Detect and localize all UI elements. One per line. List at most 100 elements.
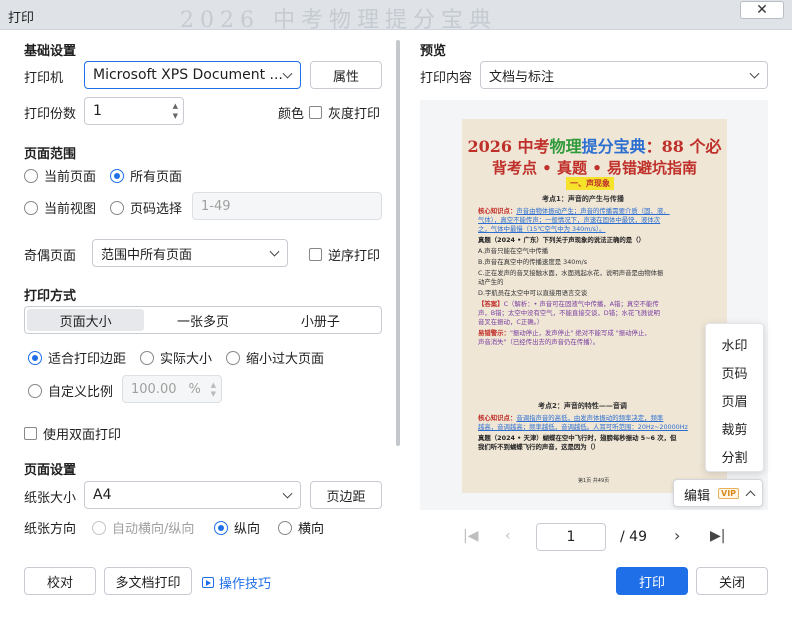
reverse-print-label: 逆序打印 bbox=[328, 249, 381, 264]
margins-button[interactable]: 页边距 bbox=[310, 481, 382, 509]
edit-button[interactable]: 编辑 VIP bbox=[673, 479, 763, 507]
tab-page-size[interactable]: 页面大小 bbox=[27, 309, 145, 331]
scale-unit: % bbox=[188, 381, 201, 397]
odd-even-label: 奇偶页面 bbox=[24, 249, 77, 264]
auto-orientation-label: 自动横向/纵向 bbox=[112, 522, 195, 537]
radio-icon bbox=[278, 520, 292, 535]
checkbox-icon bbox=[309, 248, 322, 261]
current-page-label: 当前页面 bbox=[44, 170, 97, 185]
prev-page-icon[interactable]: ‹ bbox=[505, 528, 511, 544]
radio-landscape[interactable]: 横向 bbox=[278, 518, 324, 537]
close-button[interactable]: 关闭 bbox=[696, 567, 768, 595]
radio-auto-orientation[interactable]: 自动横向/纵向 bbox=[92, 518, 194, 537]
preview-heading: 预览 bbox=[420, 44, 447, 59]
title-bar: 2026 中考物理提分宝典 打印 ✕ bbox=[0, 0, 792, 30]
next-page-icon[interactable]: › bbox=[674, 526, 680, 545]
radio-portrait[interactable]: 纵向 bbox=[214, 518, 260, 537]
radio-icon bbox=[24, 200, 38, 215]
radio-current-page[interactable]: 当前页面 bbox=[24, 166, 96, 185]
landscape-label: 横向 bbox=[298, 522, 325, 537]
print-method-tabs: 页面大小 一张多页 小册子 bbox=[24, 306, 382, 334]
page-total: / 49 bbox=[620, 529, 647, 545]
tab-booklet[interactable]: 小册子 bbox=[262, 309, 379, 331]
radio-shrink[interactable]: 缩小过大页面 bbox=[226, 348, 324, 367]
vip-badge: VIP bbox=[718, 488, 740, 499]
custom-scale-label: 自定义比例 bbox=[48, 385, 114, 400]
radio-selected-icon bbox=[28, 350, 42, 365]
background-watermark: 2026 中考物理提分宝典 bbox=[180, 8, 497, 30]
reverse-print-checkbox[interactable]: 逆序打印 bbox=[309, 245, 380, 264]
radio-icon bbox=[140, 350, 154, 365]
menu-item-header[interactable]: 页眉 bbox=[706, 391, 763, 410]
first-page-icon[interactable]: |◀ bbox=[463, 528, 478, 544]
chevron-up-icon bbox=[745, 490, 756, 501]
color-label: 颜色 bbox=[278, 107, 305, 122]
tips-link[interactable]: 操作技巧 bbox=[202, 573, 271, 592]
tips-label: 操作技巧 bbox=[219, 577, 272, 592]
menu-item-split[interactable]: 分割 bbox=[706, 447, 763, 466]
current-view-label: 当前视图 bbox=[44, 202, 97, 217]
menu-item-watermark[interactable]: 水印 bbox=[706, 335, 763, 354]
proofread-button[interactable]: 校对 bbox=[24, 567, 96, 595]
chevron-down-icon bbox=[282, 68, 293, 79]
page-setup-heading: 页面设置 bbox=[24, 463, 77, 478]
edit-menu: 水印 页码 页眉 裁剪 分割 bbox=[705, 323, 764, 472]
print-button[interactable]: 打印 bbox=[616, 567, 688, 595]
radio-all-pages[interactable]: 所有页面 bbox=[110, 166, 182, 185]
duplex-checkbox[interactable]: 使用双面打印 bbox=[24, 424, 121, 443]
decrement-icon[interactable]: ▼ bbox=[211, 391, 216, 398]
properties-button[interactable]: 属性 bbox=[310, 61, 382, 89]
doc-title: 2026 中考物理提分宝典：88 个必 bbox=[467, 137, 722, 156]
checkbox-icon bbox=[24, 427, 37, 440]
page-current: 1 bbox=[566, 529, 576, 545]
fit-margins-label: 适合打印边距 bbox=[48, 352, 127, 367]
orientation-label: 纸张方向 bbox=[24, 522, 77, 537]
scale-input[interactable]: 100.00 % ▲ ▼ bbox=[122, 375, 222, 403]
basic-settings-heading: 基础设置 bbox=[24, 44, 77, 59]
decrement-icon[interactable]: ▼ bbox=[173, 113, 178, 120]
chevron-down-icon bbox=[282, 488, 293, 499]
page-select-value: 1-49 bbox=[201, 198, 231, 214]
tab-multi-page[interactable]: 一张多页 bbox=[144, 309, 261, 331]
page-select-input[interactable]: 1-49 bbox=[192, 192, 382, 220]
increment-icon[interactable]: ▲ bbox=[211, 382, 216, 389]
odd-even-select[interactable]: 范围中所有页面 bbox=[92, 239, 288, 267]
radio-actual-size[interactable]: 实际大小 bbox=[140, 348, 212, 367]
paper-size-select[interactable]: A4 bbox=[84, 481, 301, 509]
actual-size-label: 实际大小 bbox=[160, 352, 213, 367]
radio-page-select[interactable]: 页码选择 bbox=[110, 198, 182, 217]
grayscale-label: 灰度打印 bbox=[328, 107, 381, 122]
menu-item-crop[interactable]: 裁剪 bbox=[706, 419, 763, 438]
radio-icon bbox=[24, 168, 38, 183]
radio-current-view[interactable]: 当前视图 bbox=[24, 198, 96, 217]
grayscale-checkbox[interactable]: 灰度打印 bbox=[309, 103, 380, 122]
doc-body-2: 核心知识点：音调指声音的高低，由发声体振动的频率决定，频率 越高，音调越高；频率… bbox=[478, 414, 688, 451]
doc-section-label: 一、声现象 bbox=[566, 177, 614, 190]
print-content-value: 文档与标注 bbox=[489, 69, 555, 85]
duplex-label: 使用双面打印 bbox=[43, 428, 122, 443]
paper-size-value: A4 bbox=[93, 487, 112, 503]
multi-doc-print-button[interactable]: 多文档打印 bbox=[104, 567, 192, 595]
menu-item-page-number[interactable]: 页码 bbox=[706, 363, 763, 382]
doc-subtitle: 背考点 • 真题 • 易错避坑指南 bbox=[491, 159, 698, 177]
odd-even-value: 范围中所有页面 bbox=[101, 247, 193, 263]
radio-custom-scale[interactable]: 自定义比例 bbox=[28, 381, 113, 400]
settings-scrollbar[interactable] bbox=[396, 40, 400, 446]
page-select-label: 页码选择 bbox=[130, 202, 183, 217]
doc-topic-1: 考点1：声音的产生与传播 bbox=[542, 195, 624, 203]
video-play-icon bbox=[202, 577, 214, 588]
doc-topic-2: 考点2：声音的特性——音调 bbox=[538, 402, 627, 410]
radio-selected-icon bbox=[214, 520, 228, 535]
copies-stepper[interactable]: 1 ▲ ▼ bbox=[84, 97, 184, 125]
page-number-input[interactable]: 1 bbox=[536, 523, 606, 551]
printer-label: 打印机 bbox=[24, 71, 64, 86]
paper-size-label: 纸张大小 bbox=[24, 491, 77, 506]
printer-value: Microsoft XPS Document ... bbox=[93, 67, 283, 83]
print-content-select[interactable]: 文档与标注 bbox=[480, 61, 768, 89]
printer-select[interactable]: Microsoft XPS Document ... bbox=[84, 61, 301, 89]
preview-page: 2026 中考物理提分宝典：88 个必 背考点 • 真题 • 易错避坑指南 一、… bbox=[462, 119, 727, 493]
increment-icon[interactable]: ▲ bbox=[173, 103, 178, 110]
window-close-button[interactable]: ✕ bbox=[740, 1, 784, 19]
last-page-icon[interactable]: ▶| bbox=[710, 528, 725, 544]
radio-fit-margins[interactable]: 适合打印边距 bbox=[28, 348, 126, 367]
